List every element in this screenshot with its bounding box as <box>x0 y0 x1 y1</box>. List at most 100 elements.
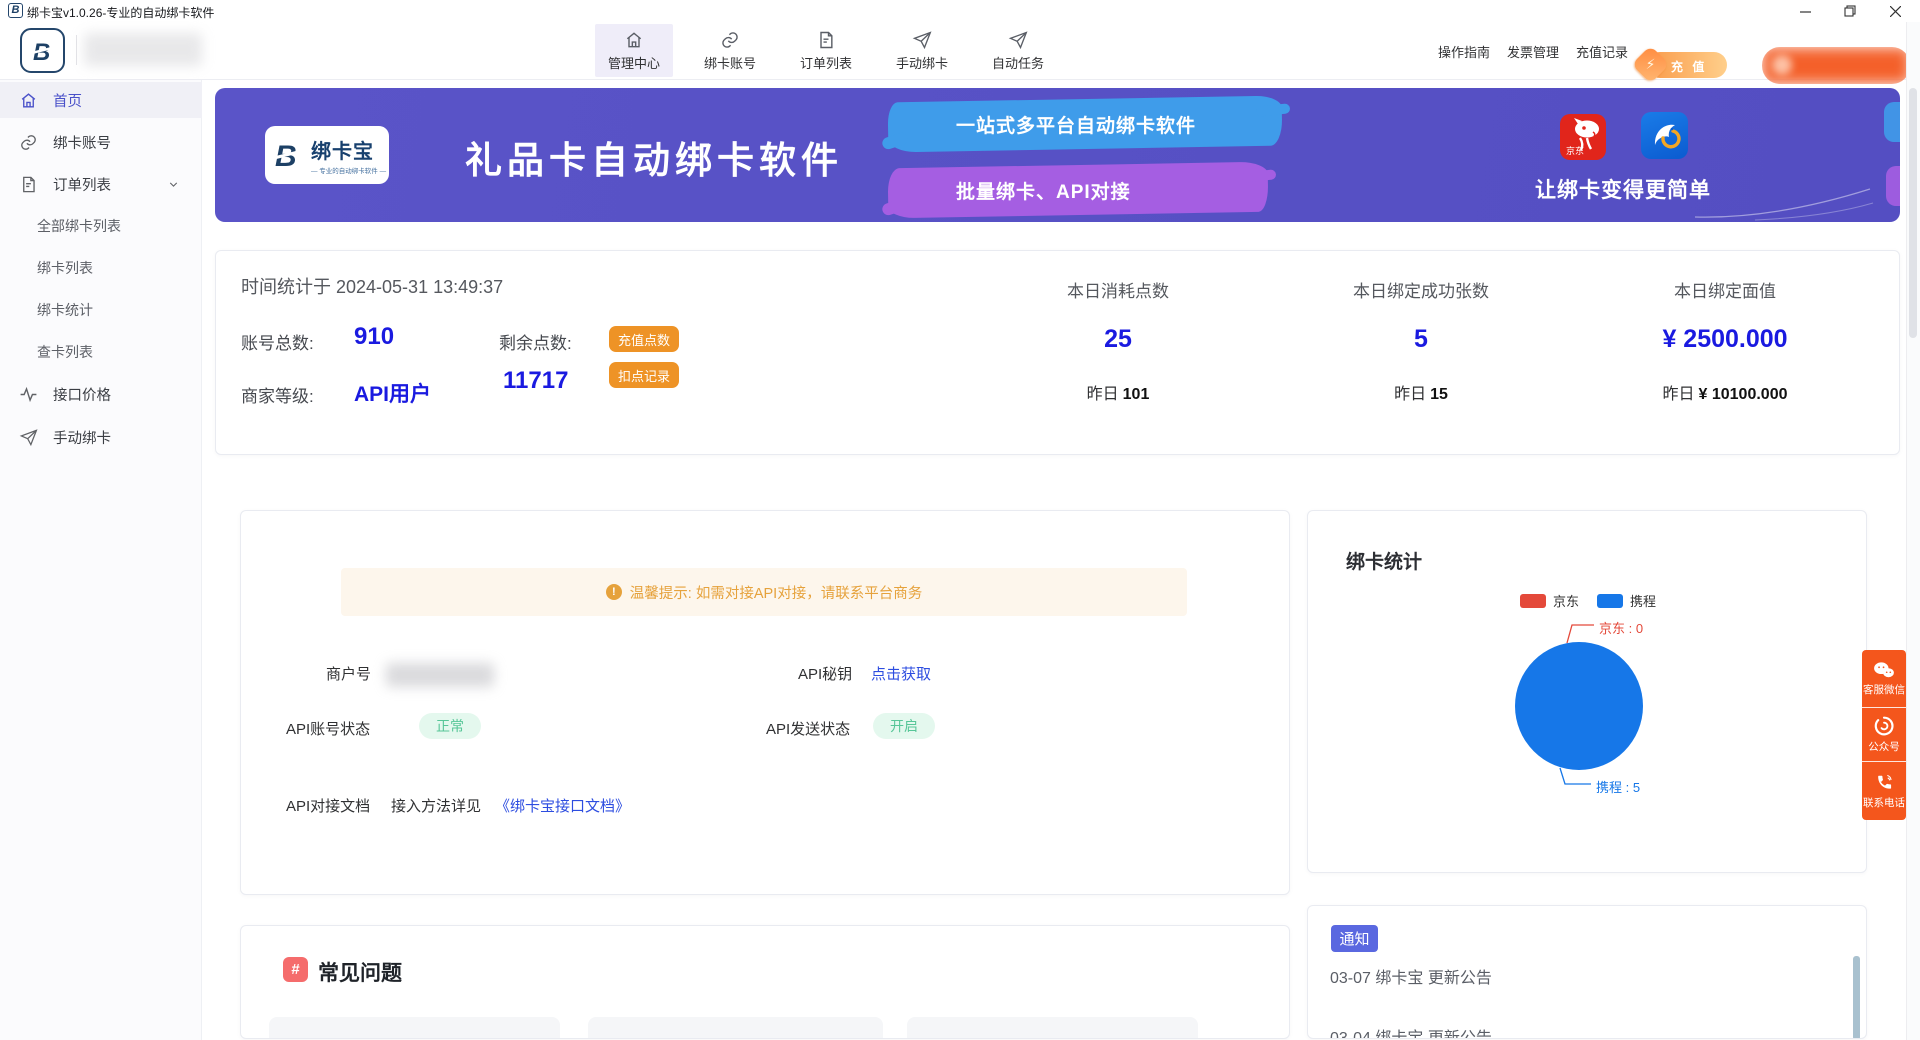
official-account-button[interactable]: 公众号 <box>1862 708 1906 762</box>
hash-icon: # <box>283 957 308 982</box>
document-icon <box>816 30 836 50</box>
api-account-status-badge: 正常 <box>419 713 481 739</box>
hero-banner: B 绑卡宝 — 专业的自动绑卡软件 — 礼品卡自动绑卡软件 一站式多平台自动绑卡… <box>215 88 1900 222</box>
sidebar-item-home[interactable]: 首页 <box>0 82 202 118</box>
blurred-merchant-id <box>386 663 494 687</box>
sidebar-item-order-list[interactable]: 订单列表 <box>0 166 202 202</box>
page-scrollbar-thumb[interactable] <box>1909 88 1917 338</box>
sidebar-item-bind-list[interactable]: 绑卡列表 <box>0 250 202 286</box>
app-logo-icon: B <box>8 3 23 18</box>
header: B 管理中心 绑卡账号 订单列表 手动绑卡 <box>0 22 1920 80</box>
tab-manual-bind[interactable]: 手动绑卡 <box>883 24 961 77</box>
recharge-points-button[interactable]: 充值点数 <box>609 326 679 352</box>
tab-card-accounts[interactable]: 绑卡账号 <box>691 24 769 77</box>
api-send-status-badge: 开启 <box>873 713 935 739</box>
sidebar: 首页 绑卡账号 订单列表 全部绑卡列表 绑卡列表 绑卡统计 查卡列表 <box>0 80 202 1040</box>
recharge-button[interactable]: ⚡ 充 值 <box>1637 51 1729 79</box>
points-value: 11717 <box>503 367 568 395</box>
sidebar-item-manual-bind[interactable]: 手动绑卡 <box>0 419 202 455</box>
banner-tag1: 一站式多平台自动绑卡软件 <box>888 99 1282 149</box>
faq-panel: # 常见问题 <box>240 925 1290 1039</box>
link-operation-guide[interactable]: 操作指南 <box>1438 42 1490 61</box>
api-send-status-label: API发送状态 <box>766 718 850 739</box>
points-label: 剩余点数: <box>499 329 572 354</box>
deduct-record-button[interactable]: 扣点记录 <box>609 362 679 388</box>
minimize-button[interactable] <box>1788 0 1822 22</box>
link-recharge-record[interactable]: 充值记录 <box>1576 42 1628 61</box>
blurred-avatar <box>1772 55 1792 75</box>
titlebar: B 绑卡宝v1.0.26-专业的自动绑卡软件 <box>0 0 1920 22</box>
official-account-icon <box>1874 716 1894 736</box>
banner-tag2: 批量绑卡、API对接 <box>888 165 1268 215</box>
ctrip-app-icon <box>1641 112 1688 159</box>
warning-text: 温馨提示: 如需对接API对接，请联系平台商务 <box>630 582 922 603</box>
merchant-id-label: 商户号 <box>326 663 371 684</box>
faq-item[interactable] <box>588 1017 883 1039</box>
api-doc-link[interactable]: 《绑卡宝接口文档》 <box>495 795 630 816</box>
link-icon <box>19 133 38 152</box>
tab-order-list[interactable]: 订单列表 <box>787 24 865 77</box>
home-icon <box>624 30 644 50</box>
api-panel: ! 温馨提示: 如需对接API对接，请联系平台商务 商户号 API秘钥 点击获取… <box>240 510 1290 895</box>
link-invoice-management[interactable]: 发票管理 <box>1507 42 1559 61</box>
tab-label: 订单列表 <box>800 53 852 72</box>
tab-label: 绑卡账号 <box>704 53 756 72</box>
header-divider <box>76 35 77 65</box>
floating-contact-bar: 客服微信 公众号 联系电话 <box>1862 650 1906 820</box>
sidebar-item-check-card-list[interactable]: 查卡列表 <box>0 334 202 370</box>
notice-item[interactable]: 03-04 绑卡宝 更新公告 <box>1330 1024 1492 1039</box>
sidebar-item-all-bind-list[interactable]: 全部绑卡列表 <box>0 208 202 244</box>
faq-item[interactable] <box>269 1017 560 1039</box>
merchant-level-label: 商家等级: <box>241 382 314 407</box>
notice-scrollbar-thumb[interactable] <box>1853 956 1860 1039</box>
wechat-icon <box>1873 661 1895 679</box>
stat-col-points-consumed: 本日消耗点数 25 昨日101 <box>978 277 1258 404</box>
get-secret-link[interactable]: 点击获取 <box>871 663 931 684</box>
stat-value: 5 <box>1281 325 1561 354</box>
api-doc-label: API对接文档 <box>286 795 370 816</box>
tab-auto-task[interactable]: 自动任务 <box>979 24 1057 77</box>
pie-label-ctrip: 携程 : 5 <box>1596 777 1640 796</box>
link-icon <box>720 30 740 50</box>
faq-item[interactable] <box>907 1017 1198 1039</box>
tab-management-center[interactable]: 管理中心 <box>595 24 673 77</box>
pulse-icon <box>19 385 38 404</box>
home-icon <box>19 91 38 110</box>
send-icon <box>1008 30 1028 50</box>
lightning-icon: ⚡ <box>1631 45 1669 83</box>
contact-phone-button[interactable]: 联系电话 <box>1862 762 1906 820</box>
banner-title: 礼品卡自动绑卡软件 <box>465 130 843 184</box>
blurred-user-button[interactable] <box>1762 47 1910 84</box>
merchant-level-value: API用户 <box>354 378 431 408</box>
pie-label-jd: 京东 : 0 <box>1599 618 1643 637</box>
sidebar-item-api-price[interactable]: 接口价格 <box>0 376 202 412</box>
decor-brush-tip-blue <box>1884 102 1900 142</box>
api-secret-label: API秘钥 <box>798 663 852 684</box>
blurred-account-name <box>84 33 202 66</box>
notice-item[interactable]: 03-07 绑卡宝 更新公告 <box>1330 964 1492 988</box>
brand-b-icon: B <box>272 137 306 173</box>
stats-time: 时间统计于 2024-05-31 13:49:37 <box>241 273 503 299</box>
restore-button[interactable] <box>1833 0 1867 22</box>
sidebar-item-bind-stats[interactable]: 绑卡统计 <box>0 292 202 328</box>
banner-logo-card: B 绑卡宝 — 专业的自动绑卡软件 — <box>265 126 389 184</box>
close-button[interactable] <box>1878 0 1912 22</box>
pie-callout-lines <box>1308 511 1868 874</box>
wechat-service-button[interactable]: 客服微信 <box>1862 650 1906 708</box>
stat-col-face-value: 本日绑定面值 ¥ 2500.000 昨日¥ 10100.000 <box>1585 277 1865 404</box>
bind-stats-chart-card: 绑卡统计 京东 携程 京东 : 0 携程 : 5 <box>1307 510 1867 873</box>
app-title: 绑卡宝v1.0.26-专业的自动绑卡软件 <box>27 4 214 21</box>
notice-panel: 通知 03-07 绑卡宝 更新公告 03-04 绑卡宝 更新公告 <box>1307 905 1867 1039</box>
tab-label: 手动绑卡 <box>896 53 948 72</box>
account-total-label: 账号总数: <box>241 329 314 354</box>
ctrip-dolphin-icon <box>1641 112 1688 159</box>
brand-logo: B <box>20 28 65 73</box>
warning-icon: ! <box>606 584 622 600</box>
sidebar-item-card-accounts[interactable]: 绑卡账号 <box>0 124 202 160</box>
document-icon <box>19 175 38 194</box>
send-icon <box>19 428 38 447</box>
tab-label: 自动任务 <box>992 53 1044 72</box>
decor-brush-tip-purple <box>1886 166 1900 206</box>
account-total-value: 910 <box>354 323 394 351</box>
app-window: B 绑卡宝v1.0.26-专业的自动绑卡软件 B 管理中心 <box>0 0 1920 1040</box>
